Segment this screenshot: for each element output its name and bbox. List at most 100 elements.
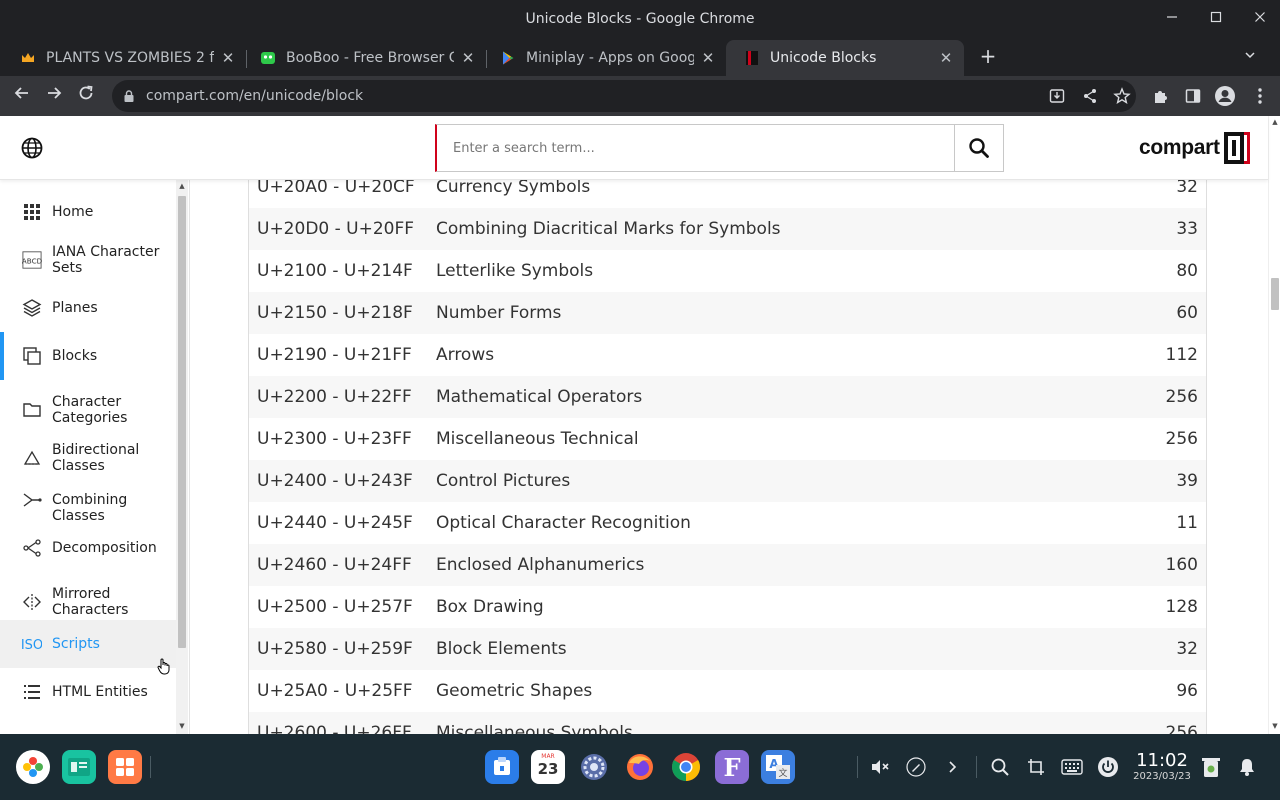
block-name-link[interactable]: Enclosed Alphanumerics bbox=[436, 555, 1126, 575]
block-name-link[interactable]: Optical Character Recognition bbox=[436, 513, 1126, 533]
scroll-up-arrow-icon[interactable]: ▲ bbox=[1269, 118, 1280, 126]
table-row[interactable]: U+20A0 - U+20CF Currency Symbols 32 bbox=[249, 180, 1206, 208]
search-input[interactable] bbox=[453, 140, 954, 156]
install-app-icon[interactable] bbox=[1046, 85, 1068, 107]
scroll-down-arrow-icon[interactable]: ▼ bbox=[1269, 722, 1280, 730]
block-name-link[interactable]: Arrows bbox=[436, 345, 1126, 365]
sidebar-item-combining-classes[interactable]: Combining Classes bbox=[0, 486, 176, 524]
search-field[interactable] bbox=[435, 124, 955, 172]
address-bar[interactable]: compart.com/en/unicode/block bbox=[112, 80, 1136, 112]
maximize-icon[interactable] bbox=[1206, 9, 1226, 29]
sidebar-scrollbar[interactable]: ▲ ▼ bbox=[176, 180, 188, 734]
table-row[interactable]: U+20D0 - U+20FF Combining Diacritical Mar… bbox=[249, 208, 1206, 250]
power-icon[interactable] bbox=[1097, 756, 1119, 778]
share-icon[interactable] bbox=[1079, 85, 1101, 107]
launcher-icon[interactable] bbox=[16, 750, 50, 784]
svg-text:ISO: ISO bbox=[22, 638, 42, 653]
sidebar-item-character-categories[interactable]: Character Categories bbox=[0, 388, 176, 432]
new-tab-icon[interactable]: + bbox=[976, 44, 1000, 68]
table-row[interactable]: U+2500 - U+257F Box Drawing 128 bbox=[249, 586, 1206, 628]
table-row[interactable]: U+2100 - U+214F Letterlike Symbols 80 bbox=[249, 250, 1206, 292]
app-store-icon[interactable] bbox=[108, 750, 142, 784]
close-tab-icon[interactable]: ✕ bbox=[460, 49, 476, 67]
search-button[interactable] bbox=[955, 124, 1004, 172]
sidebar-item-html-entities[interactable]: HTML Entities bbox=[0, 678, 176, 706]
forward-arrow-icon[interactable] bbox=[42, 84, 66, 108]
page-scrollbar[interactable]: ▲ ▼ bbox=[1268, 116, 1280, 734]
pen-icon[interactable] bbox=[905, 756, 927, 778]
table-row[interactable]: U+2190 - U+21FF Arrows 112 bbox=[249, 334, 1206, 376]
notifications-bell-icon[interactable] bbox=[1236, 756, 1258, 778]
font-app-icon[interactable]: F bbox=[715, 750, 749, 784]
file-manager-icon[interactable] bbox=[485, 750, 519, 784]
globe-icon[interactable] bbox=[20, 136, 44, 160]
search-icon[interactable] bbox=[989, 756, 1011, 778]
sidebar-item-iana-character-sets[interactable]: ABCD IANA Character Sets bbox=[0, 238, 176, 282]
sidebar-item-home[interactable]: Home bbox=[0, 198, 176, 226]
tab-miniplay[interactable]: Miniplay - Apps on Google ✕ bbox=[482, 40, 726, 76]
chevron-right-icon[interactable] bbox=[941, 756, 963, 778]
table-row[interactable]: U+2580 - U+259F Block Elements 32 bbox=[249, 628, 1206, 670]
block-name-link[interactable]: Miscellaneous Symbols bbox=[436, 723, 1126, 734]
chrome-icon[interactable] bbox=[669, 750, 703, 784]
block-name-link[interactable]: Geometric Shapes bbox=[436, 681, 1126, 701]
sidebar-item-decomposition[interactable]: Decomposition bbox=[0, 534, 176, 562]
tab-plants-vs-zombies[interactable]: PLANTS VS ZOMBIES 2 free ✕ bbox=[2, 40, 246, 76]
trash-icon[interactable] bbox=[1200, 756, 1222, 778]
keyboard-icon[interactable] bbox=[1061, 756, 1083, 778]
bookmark-star-icon[interactable] bbox=[1111, 85, 1133, 107]
close-tab-icon[interactable]: ✕ bbox=[220, 49, 236, 67]
reload-icon[interactable] bbox=[74, 84, 98, 108]
minimize-icon[interactable] bbox=[1162, 9, 1182, 29]
sidebar-item-bidirectional-classes[interactable]: Bidirectional Classes bbox=[0, 436, 176, 480]
system-clock[interactable]: 11:02 2023/03/23 bbox=[1130, 751, 1194, 783]
abcd-icon: ABCD bbox=[22, 250, 42, 270]
profile-avatar-icon[interactable] bbox=[1214, 85, 1236, 107]
volume-muted-icon[interactable] bbox=[869, 756, 891, 778]
block-name-link[interactable]: Box Drawing bbox=[436, 597, 1126, 617]
table-row[interactable]: U+25A0 - U+25FF Geometric Shapes 96 bbox=[249, 670, 1206, 712]
block-count: 32 bbox=[1176, 639, 1198, 659]
table-row[interactable]: U+2300 - U+23FF Miscellaneous Technical 25… bbox=[249, 418, 1206, 460]
scroll-up-arrow-icon[interactable]: ▲ bbox=[176, 182, 188, 190]
translate-app-icon[interactable]: A文 bbox=[761, 750, 795, 784]
settings-gear-icon[interactable] bbox=[577, 750, 611, 784]
table-row[interactable]: U+2600 - U+26FF Miscellaneous Symbols 256 bbox=[249, 712, 1206, 734]
block-name-link[interactable]: Currency Symbols bbox=[436, 180, 1126, 197]
sidebar-item-blocks[interactable]: Blocks bbox=[0, 332, 176, 380]
unicode-blocks-table: U+20A0 - U+20CF Currency Symbols 32 U+20D0 … bbox=[248, 180, 1207, 734]
tab-search-chevron-icon[interactable] bbox=[1240, 46, 1260, 66]
block-name-link[interactable]: Miscellaneous Technical bbox=[436, 429, 1126, 449]
table-row[interactable]: U+2150 - U+218F Number Forms 60 bbox=[249, 292, 1206, 334]
table-row[interactable]: U+2400 - U+243F Control Pictures 39 bbox=[249, 460, 1206, 502]
scroll-down-arrow-icon[interactable]: ▼ bbox=[176, 722, 188, 730]
page-scroll-thumb[interactable] bbox=[1271, 278, 1279, 310]
close-tab-icon[interactable]: ✕ bbox=[938, 49, 954, 67]
block-name-link[interactable]: Mathematical Operators bbox=[436, 387, 1126, 407]
close-tab-icon[interactable]: ✕ bbox=[700, 49, 716, 67]
firefox-icon[interactable] bbox=[623, 750, 657, 784]
tab-booboo[interactable]: BooBoo - Free Browser Ga ✕ bbox=[242, 40, 486, 76]
block-name-link[interactable]: Letterlike Symbols bbox=[436, 261, 1126, 281]
files-app-icon[interactable] bbox=[62, 750, 96, 784]
sidebar-item-planes[interactable]: Planes bbox=[0, 294, 176, 322]
extensions-puzzle-icon[interactable] bbox=[1150, 85, 1172, 107]
screenshot-icon[interactable] bbox=[1025, 756, 1047, 778]
side-panel-icon[interactable] bbox=[1182, 85, 1204, 107]
sidebar-item-scripts[interactable]: ISO Scripts bbox=[0, 620, 176, 668]
block-name-link[interactable]: Control Pictures bbox=[436, 471, 1126, 491]
sidebar-scroll-thumb[interactable] bbox=[178, 196, 186, 648]
tab-unicode-blocks[interactable]: Unicode Blocks ✕ bbox=[726, 40, 964, 76]
back-arrow-icon[interactable] bbox=[10, 84, 34, 108]
table-row[interactable]: U+2440 - U+245F Optical Character Recogni… bbox=[249, 502, 1206, 544]
table-row[interactable]: U+2200 - U+22FF Mathematical Operators 256 bbox=[249, 376, 1206, 418]
close-window-icon[interactable] bbox=[1250, 9, 1270, 29]
block-name-link[interactable]: Block Elements bbox=[436, 639, 1126, 659]
chrome-menu-icon[interactable] bbox=[1249, 85, 1271, 107]
compart-logo[interactable]: compart bbox=[1139, 132, 1250, 164]
block-name-link[interactable]: Combining Diacritical Marks for Symbols bbox=[436, 219, 1126, 239]
table-row[interactable]: U+2460 - U+24FF Enclosed Alphanumerics 160 bbox=[249, 544, 1206, 586]
block-name-link[interactable]: Number Forms bbox=[436, 303, 1126, 323]
calendar-app-icon[interactable]: MAR 23 bbox=[531, 750, 565, 784]
sidebar-item-mirrored-characters[interactable]: Mirrored Characters bbox=[0, 580, 176, 624]
